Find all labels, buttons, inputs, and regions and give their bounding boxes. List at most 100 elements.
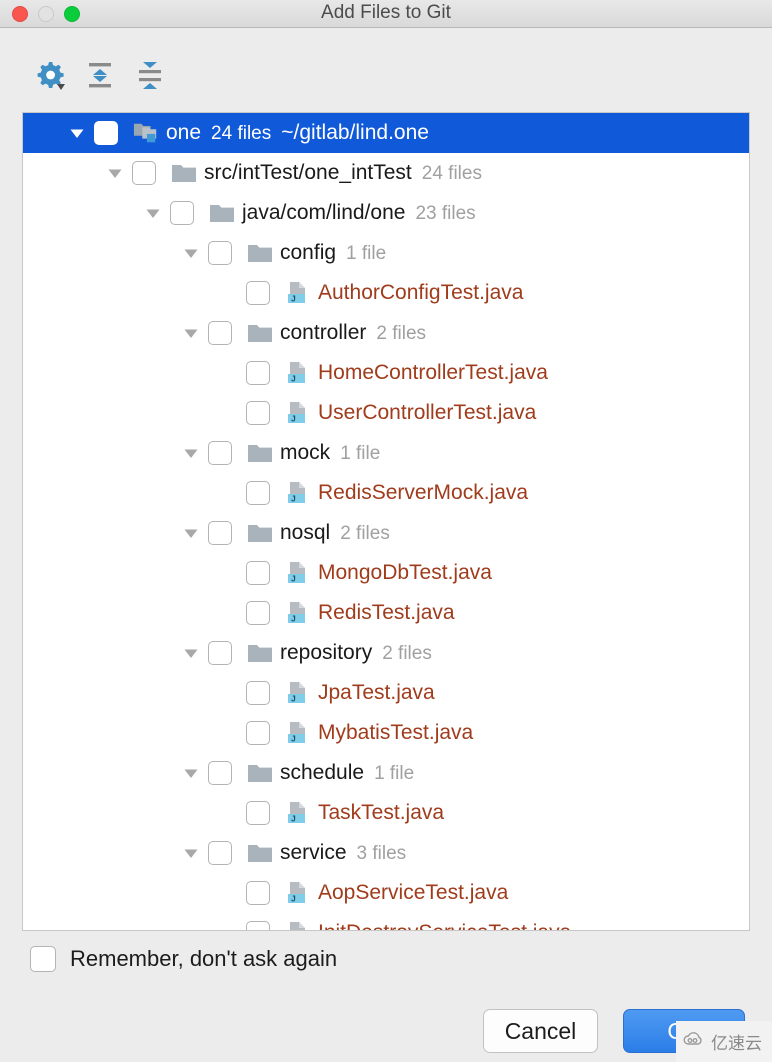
tree-row-checkbox[interactable] bbox=[246, 681, 270, 705]
cancel-button[interactable]: Cancel bbox=[483, 1009, 598, 1053]
remember-choice-row[interactable]: Remember, don't ask again bbox=[30, 946, 337, 972]
tree-row[interactable]: repository2 files bbox=[23, 633, 749, 673]
tree-row[interactable]: J MybatisTest.java bbox=[23, 713, 749, 753]
tree-row[interactable]: JAopServiceTest.java bbox=[23, 873, 749, 913]
tree-row[interactable]: JRedisServerMock.java bbox=[23, 473, 749, 513]
tree-expand-toggle-icon[interactable] bbox=[104, 153, 126, 193]
cloud-logo-icon bbox=[682, 1030, 706, 1053]
tree-row-checkbox[interactable] bbox=[246, 721, 270, 745]
svg-text:J: J bbox=[291, 814, 296, 824]
tree-row-checkbox[interactable] bbox=[208, 321, 232, 345]
tree-row[interactable]: JUserControllerTest.java bbox=[23, 393, 749, 433]
tree-row[interactable]: config1 file bbox=[23, 233, 749, 273]
tree-row-checkbox[interactable] bbox=[246, 401, 270, 425]
expand-all-icon bbox=[78, 82, 122, 99]
folder-icon bbox=[247, 233, 273, 273]
tree-row-checkbox[interactable] bbox=[246, 801, 270, 825]
svg-text:J: J bbox=[291, 734, 296, 744]
tree-row[interactable]: JHomeControllerTest.java bbox=[23, 353, 749, 393]
collapse-all-icon bbox=[128, 82, 172, 99]
tree-row-checkbox[interactable] bbox=[246, 881, 270, 905]
tree-row-file-count: 2 files bbox=[340, 514, 390, 554]
tree-expand-toggle-icon[interactable] bbox=[180, 233, 202, 273]
dialog-toolbar bbox=[0, 29, 772, 109]
tree-row[interactable]: java/com/lind/one23 files bbox=[23, 193, 749, 233]
tree-row-checkbox[interactable] bbox=[246, 361, 270, 385]
tree-expand-toggle-icon[interactable] bbox=[180, 633, 202, 673]
tree-row-labels: AuthorConfigTest.java bbox=[318, 273, 523, 313]
tree-expand-toggle-icon[interactable] bbox=[180, 313, 202, 353]
svg-text:J: J bbox=[291, 614, 296, 624]
tree-row-name: HomeControllerTest.java bbox=[318, 353, 548, 393]
svg-text:J: J bbox=[291, 294, 296, 304]
tree-expand-toggle-icon[interactable] bbox=[66, 113, 88, 153]
tree-row-checkbox[interactable] bbox=[246, 481, 270, 505]
remember-label: Remember, don't ask again bbox=[70, 946, 337, 972]
svg-text:J: J bbox=[291, 414, 296, 424]
tree-row[interactable]: J MongoDbTest.java bbox=[23, 553, 749, 593]
tree-row[interactable]: one24 files~/gitlab/lind.one bbox=[23, 113, 749, 153]
tree-row[interactable]: controller2 files bbox=[23, 313, 749, 353]
tree-expand-toggle-icon[interactable] bbox=[180, 513, 202, 553]
tree-row[interactable]: JJpaTest.java bbox=[23, 673, 749, 713]
java-file-icon: J bbox=[285, 673, 311, 713]
tree-row[interactable]: J AuthorConfigTest.java bbox=[23, 273, 749, 313]
tree-row[interactable]: JTaskTest.java bbox=[23, 793, 749, 833]
folder-icon bbox=[171, 153, 197, 193]
folder-icon bbox=[209, 193, 235, 233]
gear-icon bbox=[28, 82, 72, 99]
tree-row-labels: HomeControllerTest.java bbox=[318, 353, 548, 393]
java-file-icon: J bbox=[285, 793, 311, 833]
tree-row-file-count: 2 files bbox=[382, 634, 432, 674]
tree-expand-toggle-icon[interactable] bbox=[180, 753, 202, 793]
tree-row-checkbox[interactable] bbox=[208, 241, 232, 265]
tree-row-name: RedisTest.java bbox=[318, 593, 455, 633]
tree-row[interactable]: schedule1 file bbox=[23, 753, 749, 793]
folder-icon bbox=[247, 833, 273, 873]
tree-row-name: config bbox=[280, 233, 336, 273]
tree-row[interactable]: JInitDestroyServiceTest.java bbox=[23, 913, 749, 931]
svg-text:J: J bbox=[291, 494, 296, 504]
tree-expand-toggle-icon[interactable] bbox=[180, 833, 202, 873]
tree-row[interactable]: J RedisTest.java bbox=[23, 593, 749, 633]
settings-gear-dropdown-button[interactable] bbox=[28, 55, 72, 95]
tree-row-file-count: 24 files bbox=[211, 114, 271, 154]
tree-row-name: MybatisTest.java bbox=[318, 713, 473, 753]
tree-row-name: MongoDbTest.java bbox=[318, 553, 492, 593]
tree-row-name: java/com/lind/one bbox=[242, 193, 405, 233]
tree-row-checkbox[interactable] bbox=[246, 921, 270, 931]
tree-row[interactable]: service3 files bbox=[23, 833, 749, 873]
remember-checkbox[interactable] bbox=[30, 946, 56, 972]
tree-row-checkbox[interactable] bbox=[208, 521, 232, 545]
tree-row-checkbox[interactable] bbox=[246, 601, 270, 625]
expand-all-button[interactable] bbox=[78, 55, 122, 95]
tree-row[interactable]: src/intTest/one_intTest24 files bbox=[23, 153, 749, 193]
tree-row-labels: src/intTest/one_intTest24 files bbox=[204, 153, 482, 193]
tree-row-checkbox[interactable] bbox=[170, 201, 194, 225]
tree-row-checkbox[interactable] bbox=[208, 841, 232, 865]
tree-row-checkbox[interactable] bbox=[246, 281, 270, 305]
tree-expand-toggle-icon[interactable] bbox=[180, 433, 202, 473]
tree-row-labels: java/com/lind/one23 files bbox=[242, 193, 476, 233]
watermark-overlay: 亿速云 bbox=[676, 1021, 772, 1062]
tree-row-checkbox[interactable] bbox=[208, 441, 232, 465]
svg-text:J: J bbox=[291, 574, 296, 584]
file-tree-panel[interactable]: one24 files~/gitlab/lind.onesrc/intTest/… bbox=[22, 112, 750, 931]
tree-row-file-count: 1 file bbox=[346, 234, 386, 274]
tree-row-checkbox[interactable] bbox=[94, 121, 118, 145]
collapse-all-button[interactable] bbox=[128, 55, 172, 95]
tree-row-checkbox[interactable] bbox=[208, 761, 232, 785]
tree-row-checkbox[interactable] bbox=[246, 561, 270, 585]
tree-row-file-count: 1 file bbox=[340, 434, 380, 474]
folder-icon bbox=[247, 513, 273, 553]
svg-text:J: J bbox=[291, 694, 296, 704]
tree-row[interactable]: nosql2 files bbox=[23, 513, 749, 553]
folder-icon bbox=[247, 433, 273, 473]
tree-row[interactable]: mock1 file bbox=[23, 433, 749, 473]
tree-row-checkbox[interactable] bbox=[132, 161, 156, 185]
tree-expand-toggle-icon[interactable] bbox=[142, 193, 164, 233]
tree-row-name: nosql bbox=[280, 513, 330, 553]
tree-row-name: one bbox=[166, 113, 201, 153]
tree-row-checkbox[interactable] bbox=[208, 641, 232, 665]
tree-row-file-count: 2 files bbox=[376, 314, 426, 354]
